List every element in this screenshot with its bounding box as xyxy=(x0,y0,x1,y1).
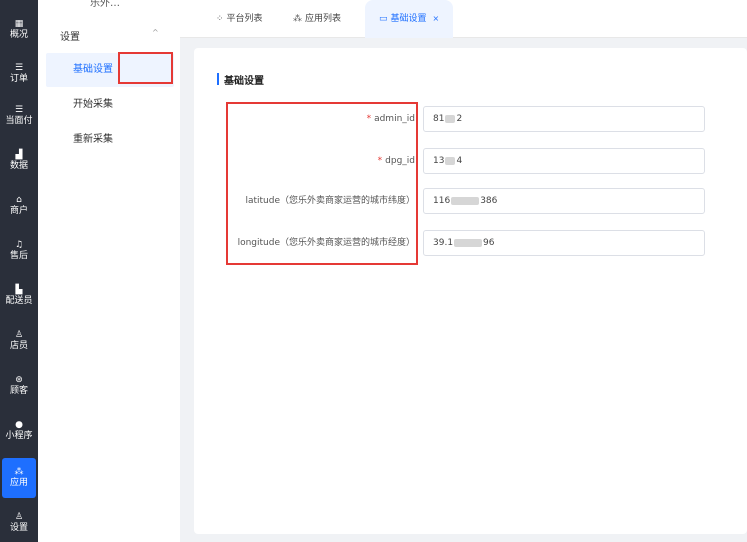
nav-item-customer[interactable]: ⊛ 顾客 xyxy=(0,366,38,406)
app-name: 乐外… xyxy=(90,0,120,9)
input-value-suffix: 386 xyxy=(480,196,498,206)
settings-group-label[interactable]: 设置 xyxy=(60,28,80,43)
input-value-prefix: 13 xyxy=(433,156,445,166)
nav-item-settings[interactable]: ♙ 设置 xyxy=(0,503,38,542)
tab-app-list[interactable]: ⁂ 应用列表 xyxy=(293,0,341,38)
tab-label: 应用列表 xyxy=(305,14,342,24)
nav-label: 商户 xyxy=(9,206,28,216)
mini-program-icon: ● xyxy=(15,420,23,430)
left-nav: ▦ 概况 ☰ 订单 ☰ 当面付 ▟ 数据 ⌂ 商户 ♫ 售后 ▙ 配送员 ♙ 店… xyxy=(0,0,38,542)
nav-label: 当面付 xyxy=(5,116,33,126)
list-icon: ☰ xyxy=(14,105,24,115)
customer-icon: ⊛ xyxy=(15,375,23,385)
nav-item-after-sales[interactable]: ♫ 售后 xyxy=(0,231,38,271)
nav-item-data[interactable]: ▟ 数据 xyxy=(0,141,38,181)
scooter-icon: ▙ xyxy=(15,285,23,295)
admin-id-input[interactable]: 81 2 xyxy=(423,106,705,132)
tab-label: 平台列表 xyxy=(226,14,263,24)
nav-item-courier[interactable]: ▙ 配送员 xyxy=(0,276,38,316)
tab-basic-settings[interactable]: ▭ 基础设置 × xyxy=(365,0,454,38)
nav-label: 数据 xyxy=(9,161,28,171)
redacted-block xyxy=(451,196,480,205)
input-value-suffix: 96 xyxy=(483,238,495,248)
nav-label: 小程序 xyxy=(5,431,33,441)
nav-item-clerk[interactable]: ♙ 店员 xyxy=(0,321,38,361)
input-value-prefix: 116 xyxy=(433,196,451,206)
nav-label: 配送员 xyxy=(5,296,33,306)
tab-label: 基础设置 xyxy=(390,14,427,24)
nav-label: 顾客 xyxy=(9,386,28,396)
nav-item-orders[interactable]: ☰ 订单 xyxy=(0,54,38,94)
latitude-input[interactable]: 116 386 xyxy=(423,188,705,214)
tab-platform-list[interactable]: ⁘ 平台列表 xyxy=(216,0,263,38)
input-value-prefix: 39.1 xyxy=(433,238,454,248)
nav-item-in-person-pay[interactable]: ☰ 当面付 xyxy=(0,96,38,136)
nav-item-merchant[interactable]: ⌂ 商户 xyxy=(0,186,38,226)
apps-icon: ⁂ xyxy=(14,467,24,477)
nav-label: 应用 xyxy=(9,478,28,488)
nav-label: 设置 xyxy=(9,523,28,533)
nav-item-overview[interactable]: ▦ 概况 xyxy=(0,10,38,50)
settings-user-icon: ♙ xyxy=(14,512,24,522)
dpg-id-input[interactable]: 13 4 xyxy=(423,148,705,174)
dashboard-icon: ▦ xyxy=(14,19,24,29)
bar-chart-icon: ▟ xyxy=(15,150,23,160)
nav-label: 概况 xyxy=(9,30,28,40)
longitude-input[interactable]: 39.1 96 xyxy=(423,230,705,256)
annotation-box-form-labels xyxy=(226,102,418,265)
section-accent-bar xyxy=(217,73,219,85)
apps-icon: ⁂ xyxy=(293,14,302,24)
list-icon: ☰ xyxy=(14,63,24,73)
sub-item-recollect[interactable]: 重新采集 xyxy=(46,123,174,157)
close-icon[interactable]: × xyxy=(433,14,440,23)
section-title: 基础设置 xyxy=(224,76,264,87)
nav-label: 店员 xyxy=(9,341,28,351)
nav-item-apps[interactable]: ⁂ 应用 xyxy=(2,458,36,498)
user-icon: ♙ xyxy=(14,330,24,340)
redacted-block xyxy=(445,114,456,123)
sub-item-start-collect[interactable]: 开始采集 xyxy=(46,88,174,122)
redacted-block xyxy=(445,156,456,165)
input-value-suffix: 2 xyxy=(456,114,463,124)
input-value-suffix: 4 xyxy=(456,156,463,166)
headset-icon: ♫ xyxy=(14,240,24,250)
nav-label: 订单 xyxy=(9,74,28,84)
input-value-prefix: 81 xyxy=(433,114,445,124)
store-icon: ⌂ xyxy=(16,195,22,205)
tab-bar: ⁘ 平台列表 ⁂ 应用列表 ▭ 基础设置 × xyxy=(180,0,747,38)
grid-icon: ⁘ xyxy=(216,14,224,24)
annotation-box-sidebar xyxy=(118,52,173,84)
settings-tab-icon: ▭ xyxy=(379,14,388,24)
nav-label: 售后 xyxy=(9,251,28,261)
nav-item-mini-program[interactable]: ● 小程序 xyxy=(0,411,38,451)
redacted-block xyxy=(454,238,483,247)
chevron-up-icon[interactable]: ^ xyxy=(152,28,159,37)
